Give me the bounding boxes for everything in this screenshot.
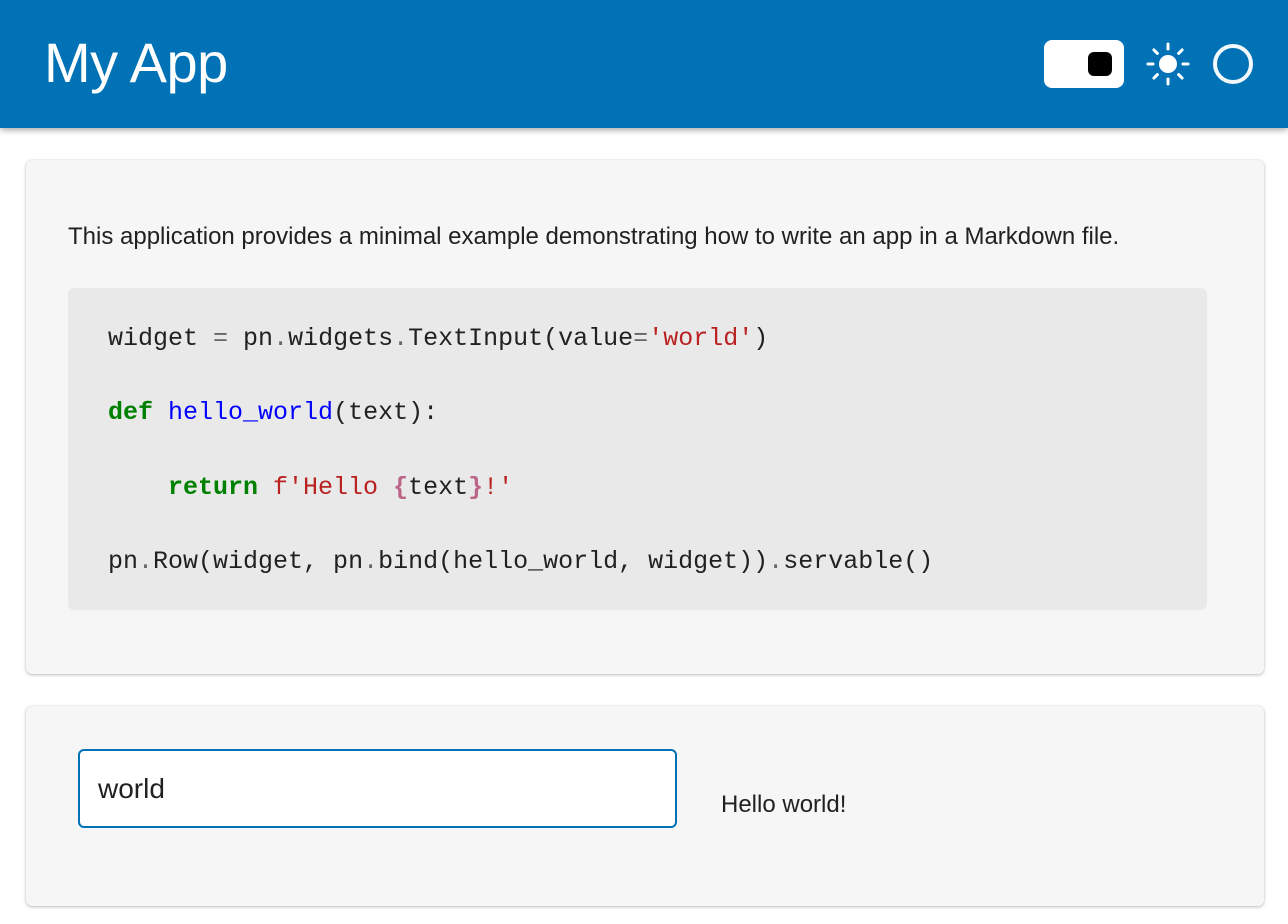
app-title: My App — [44, 31, 228, 94]
code-line-1: widget = pn.widgets.TextInput(value='wor… — [108, 324, 769, 353]
app-output-card: Hello world! — [26, 706, 1264, 906]
theme-toggle-switch[interactable] — [1044, 40, 1124, 88]
text-input[interactable] — [78, 749, 677, 828]
busy-indicator-icon — [1213, 44, 1253, 84]
code-line-2: def hello_world(text): — [108, 398, 439, 427]
code-block: widget = pn.widgets.TextInput(value='wor… — [68, 288, 1207, 610]
description-text: This application provides a minimal exam… — [68, 223, 1120, 250]
markdown-card: This application provides a minimal exam… — [26, 160, 1264, 674]
code-line-4: pn.Row(widget, pn.bind(hello_world, widg… — [108, 547, 934, 576]
sun-icon[interactable] — [1146, 42, 1190, 86]
code-line-3: return f'Hello {text}!' — [168, 473, 514, 502]
toggle-knob — [1088, 52, 1112, 76]
hello-output: Hello world! — [721, 791, 847, 818]
app-header: My App — [0, 0, 1288, 128]
